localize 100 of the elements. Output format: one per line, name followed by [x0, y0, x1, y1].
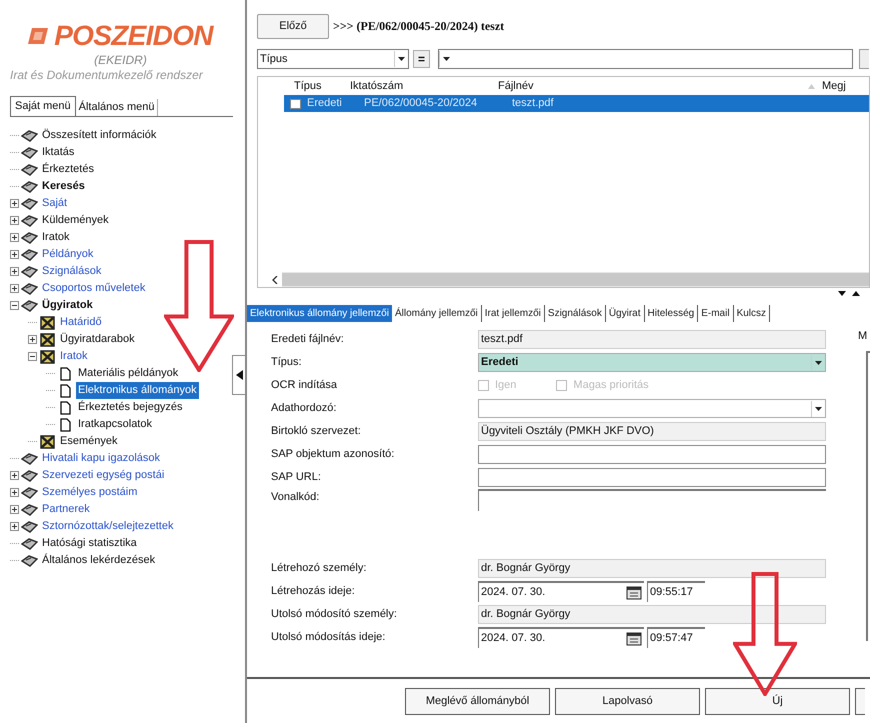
tree-item[interactable]: Események — [58, 433, 120, 450]
book-icon — [21, 230, 38, 244]
calendar-icon[interactable] — [626, 632, 642, 646]
date-field[interactable]: 2024. 07. 30. — [478, 627, 644, 648]
expand-icon[interactable] — [10, 250, 19, 259]
checkbox-label: Igen — [495, 378, 516, 394]
column-header[interactable]: Megj — [822, 78, 846, 94]
calendar-icon[interactable] — [626, 586, 642, 600]
field-dropdown[interactable]: Típus — [257, 49, 409, 69]
expand-icon[interactable] — [10, 233, 19, 242]
tree-item[interactable]: Ügyiratok — [40, 297, 95, 314]
tree-item[interactable]: Csoportos műveletek — [40, 280, 148, 297]
collapse-icon[interactable] — [28, 352, 37, 361]
tree-item[interactable]: Összesített információk — [40, 127, 158, 144]
expand-icon[interactable] — [10, 471, 19, 480]
tree-item[interactable]: Küldemények — [40, 212, 111, 229]
tree-item[interactable]: Általános lekérdezések — [40, 552, 158, 569]
menu-tab[interactable]: Saját menü — [10, 96, 76, 116]
expand-icon[interactable] — [10, 488, 19, 497]
horizontal-scrollbar[interactable] — [268, 272, 869, 287]
field-label: Vonalkód: — [271, 490, 320, 505]
book-icon — [21, 452, 38, 466]
operator-button[interactable]: = — [413, 50, 430, 68]
book-icon — [21, 264, 38, 278]
menu-tab[interactable]: Általános menü — [76, 99, 158, 116]
input-field[interactable] — [478, 445, 826, 464]
field-label: OCR indítása — [271, 378, 338, 394]
logo-icon — [28, 26, 50, 46]
book-icon — [21, 162, 38, 176]
table-cell-text: teszt.pdf — [512, 96, 555, 112]
tree-item[interactable]: Iratkapcsolatok — [76, 416, 154, 433]
action-button[interactable]: Meglévő állományból — [405, 688, 550, 714]
tree-item[interactable]: Hivatali kapu igazolások — [40, 450, 162, 467]
detail-tab[interactable]: Irat jellemzői — [482, 304, 545, 322]
field-label: Utolsó módosítás ideje: — [271, 630, 386, 646]
tree-item[interactable]: Határidő — [58, 314, 104, 331]
tree-item[interactable]: Érkeztetés — [40, 161, 96, 178]
splitter-arrows-icon[interactable] — [838, 290, 862, 298]
expand-icon[interactable] — [10, 522, 19, 531]
tree-item[interactable]: Személyes postáim — [40, 484, 140, 501]
time-field[interactable]: 09:55:17 — [647, 581, 705, 602]
collapse-panel-button[interactable] — [232, 355, 246, 395]
detail-tab[interactable]: Elektronikus állomány jellemzői — [247, 304, 392, 322]
back-button[interactable]: Előző — [257, 14, 329, 38]
detail-tab[interactable]: Ügyirat — [606, 304, 645, 322]
tree-item[interactable]: Ügyiratdarabok — [58, 331, 137, 348]
expand-icon[interactable] — [10, 505, 19, 514]
expand-icon[interactable] — [10, 284, 19, 293]
tree-item[interactable]: Iktatás — [40, 144, 76, 161]
dropdown-caret-icon[interactable] — [439, 51, 453, 67]
book-icon — [21, 146, 38, 160]
expand-icon[interactable] — [10, 199, 19, 208]
action-button[interactable]: Lapolvasó — [555, 688, 700, 714]
book-icon — [21, 214, 38, 228]
field-label: Létrehozás ideje: — [271, 584, 356, 600]
time-field[interactable]: 09:57:47 — [647, 627, 705, 648]
tree-item[interactable]: Elektronikus állományok — [76, 382, 199, 399]
date-field[interactable]: 2024. 07. 30. — [478, 581, 644, 602]
readonly-field: Ügyviteli Osztály (PMKH JKF DVO) — [478, 422, 826, 441]
field-label: SAP URL: — [271, 470, 322, 486]
tree-item[interactable]: Iratok — [40, 229, 72, 246]
collapse-icon[interactable] — [10, 301, 19, 310]
tree-item[interactable]: Saját — [40, 195, 70, 212]
dropdown-caret-icon[interactable] — [394, 51, 408, 67]
action-button[interactable] — [855, 688, 865, 714]
dropdown-field[interactable] — [478, 399, 826, 418]
column-header[interactable]: Fájlnév — [498, 78, 808, 94]
tree-item[interactable]: Materiális példányok — [76, 365, 180, 382]
tree-item[interactable]: Partnerek — [40, 501, 92, 518]
detail-tab[interactable]: Szignálások — [544, 304, 606, 322]
dropdown-caret-icon[interactable] — [811, 354, 825, 370]
detail-tab[interactable]: E-mail — [698, 304, 734, 322]
tree-item[interactable]: Iratok — [58, 348, 90, 365]
tree-item[interactable]: Szervezeti egység postái — [40, 467, 166, 484]
input-field[interactable] — [478, 468, 826, 487]
tree-item[interactable]: Szignálások — [40, 263, 104, 280]
dropdown-caret-icon[interactable] — [811, 400, 825, 416]
column-header[interactable]: Típus — [294, 78, 350, 94]
tree-item[interactable]: Keresés — [40, 178, 87, 195]
tree-item[interactable]: Példányok — [40, 246, 96, 263]
table-row[interactable]: Eredeti PE/062/00045-20/2024 teszt.pdf — [284, 95, 869, 112]
breadcrumb-title: >>> (PE/062/00045-20/2024) teszt — [333, 18, 504, 35]
expand-icon[interactable] — [10, 267, 19, 276]
column-header[interactable]: Iktatószám — [350, 78, 498, 94]
expand-icon[interactable] — [28, 335, 37, 344]
book-icon — [21, 486, 38, 500]
detail-tab[interactable]: Hitelesség — [644, 304, 698, 322]
detail-tab[interactable]: Állomány jellemzői — [392, 304, 482, 322]
value-dropdown[interactable] — [438, 49, 853, 69]
action-button[interactable]: Új — [705, 688, 850, 714]
field-label: Típus: — [271, 355, 303, 370]
tree-item[interactable]: Sztornózottak/selejtezettek — [40, 518, 176, 535]
tree-item[interactable]: Hatósági statisztika — [40, 535, 139, 552]
tree-item[interactable]: Érkeztetés bejegyzés — [76, 399, 185, 416]
row-checkbox[interactable] — [290, 98, 301, 108]
book-icon — [21, 554, 38, 568]
detail-tab[interactable]: Kulcsz — [734, 304, 770, 322]
dropdown-field[interactable]: Eredeti — [478, 353, 826, 372]
book-icon — [21, 468, 38, 482]
expand-icon[interactable] — [10, 216, 19, 225]
